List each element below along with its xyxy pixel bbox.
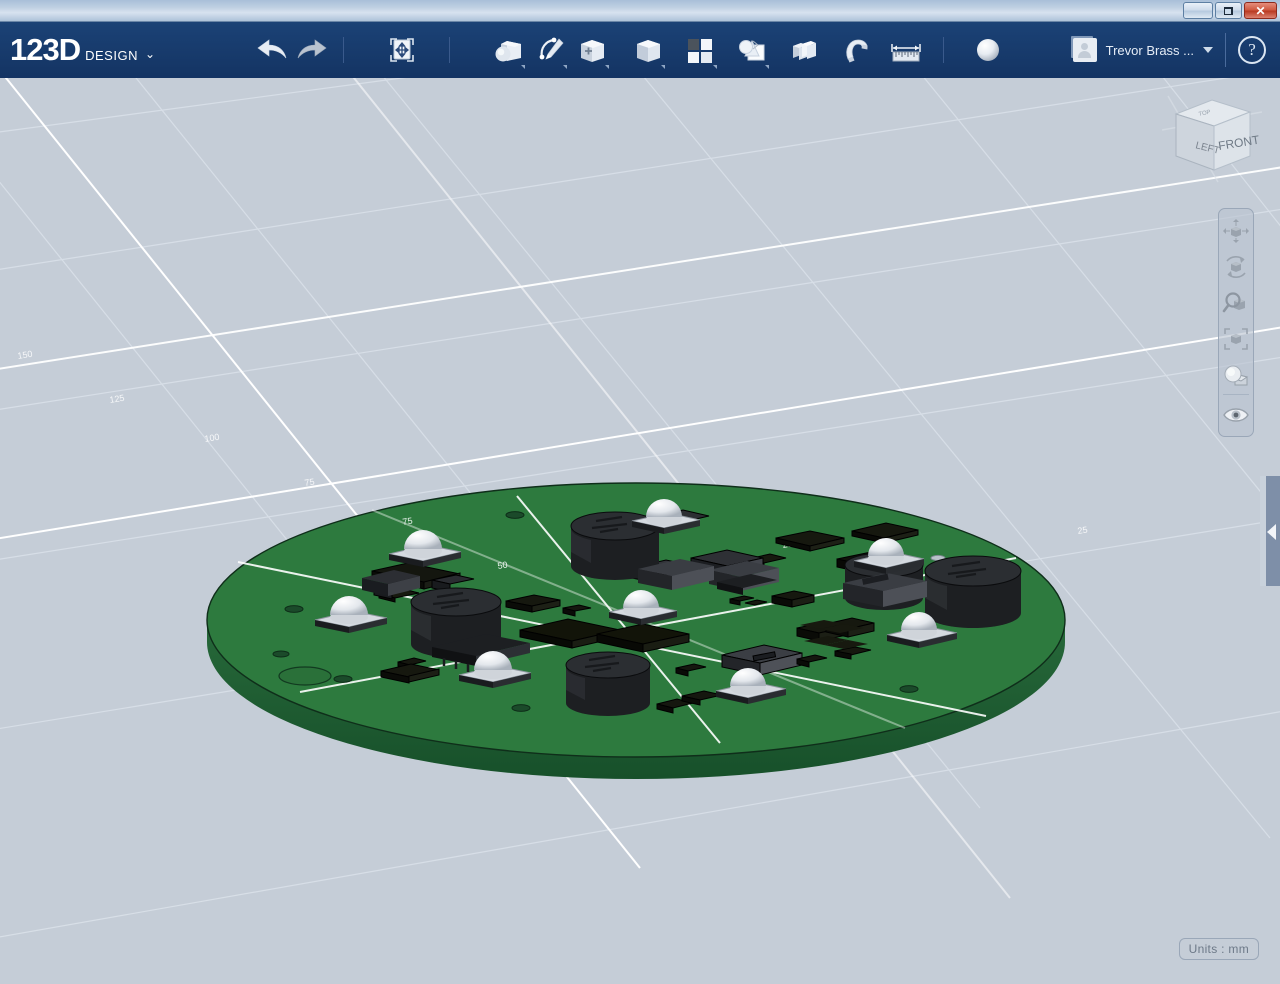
account-divider (1225, 33, 1226, 67)
window-close-button[interactable]: ✕ (1244, 2, 1277, 19)
3d-viewport[interactable]: 150 125 100 75 25 75 50 LEFT FRONT TOP U… (0, 78, 1280, 984)
magnifier-icon (1222, 291, 1245, 312)
redo-arrow-icon (297, 39, 327, 59)
minimize-icon (1184, 3, 1212, 18)
cube-icon (637, 40, 661, 62)
pattern-caret-icon[interactable] (713, 65, 718, 69)
pan-tool-button[interactable] (1220, 214, 1252, 247)
view-cube[interactable]: LEFT FRONT TOP (1161, 90, 1263, 186)
modify-caret-icon[interactable] (661, 65, 666, 69)
toolbar-divider (343, 37, 345, 63)
toolbar-divider-2 (449, 37, 451, 63)
navigation-toolbar (1218, 208, 1254, 437)
navbar-divider (1223, 394, 1249, 395)
combine-cubes-icon (793, 41, 817, 60)
construct-button[interactable] (571, 27, 613, 73)
close-icon: ✕ (1255, 3, 1266, 18)
eye-icon (1223, 407, 1249, 422)
fit-brackets-icon (1224, 327, 1248, 350)
sketch-button[interactable] (529, 27, 571, 73)
transform-button[interactable] (381, 27, 423, 73)
zoom-tool-button[interactable] (1220, 286, 1252, 319)
account-name[interactable]: Trevor Brass ... (1106, 43, 1194, 58)
window-restore-button[interactable] (1215, 2, 1242, 19)
restore-icon (1216, 3, 1241, 18)
construct-caret-icon[interactable] (605, 65, 610, 69)
pencil-curve-icon (539, 37, 564, 60)
logo-chevron-down-icon[interactable]: ⌄ (145, 47, 155, 61)
undo-button[interactable] (250, 27, 292, 73)
combine-button[interactable] (783, 27, 825, 73)
user-avatar-icon[interactable] (1072, 38, 1097, 62)
app-window: ✕ 123D DESIGN ⌄ Trevor Brass ... ? 150 1… (0, 0, 1280, 984)
redo-button[interactable] (292, 27, 334, 73)
ruler-measure-icon (891, 44, 921, 62)
primitives-caret-icon[interactable] (521, 65, 526, 69)
material-button[interactable] (967, 27, 1009, 73)
magnet-icon (846, 39, 868, 63)
account-chevron-down-icon[interactable] (1203, 47, 1213, 53)
four-squares-icon (688, 39, 713, 63)
shading-sphere-icon (1224, 365, 1249, 385)
sphere-cube-icon (495, 41, 522, 62)
group-shapes-icon (739, 39, 765, 61)
undo-arrow-icon (257, 39, 287, 59)
logo-number: 123D (10, 32, 81, 67)
pcb-model[interactable]: 75 50 25 (0, 78, 1280, 984)
logo-word: DESIGN (85, 48, 138, 63)
modify-button[interactable] (627, 27, 669, 73)
measure-button[interactable] (885, 27, 927, 73)
primitives-button[interactable] (487, 27, 529, 73)
window-minimize-button[interactable] (1183, 2, 1213, 19)
sphere-icon (977, 39, 1000, 61)
transform-move-icon (390, 38, 414, 62)
pattern-button[interactable] (679, 27, 721, 73)
grouping-caret-icon[interactable] (765, 65, 770, 69)
fit-tool-button[interactable] (1220, 322, 1252, 355)
cylinder-cap (565, 651, 651, 716)
toolbar-divider-3 (943, 37, 945, 63)
side-panel-toggle[interactable] (1266, 476, 1280, 586)
main-toolbar: 123D DESIGN ⌄ Trevor Brass ... ? (0, 22, 1280, 78)
app-logo[interactable]: 123D DESIGN ⌄ (10, 32, 155, 68)
window-titlebar: ✕ (0, 0, 1280, 22)
visibility-tool-button[interactable] (1220, 398, 1252, 431)
history-group (250, 27, 334, 73)
cube-plus-icon (581, 40, 605, 62)
units-badge[interactable]: Units : mm (1178, 938, 1259, 960)
snap-button[interactable] (835, 27, 877, 73)
board-label: 75 (402, 516, 413, 527)
cylinder-cap (924, 555, 1022, 628)
orbit-rotate-icon (1226, 255, 1246, 278)
board-label: 50 (497, 560, 508, 571)
help-button[interactable]: ? (1238, 36, 1266, 64)
collapse-panel-arrow-icon (1267, 524, 1276, 540)
sketch-caret-icon[interactable] (563, 65, 568, 69)
display-tool-button[interactable] (1220, 358, 1252, 391)
orbit-tool-button[interactable] (1220, 250, 1252, 283)
account-area: Trevor Brass ... ? (1072, 33, 1280, 67)
grouping-button[interactable] (731, 27, 773, 73)
pan-arrows-icon (1223, 218, 1249, 243)
window-controls: ✕ (1183, 2, 1277, 19)
